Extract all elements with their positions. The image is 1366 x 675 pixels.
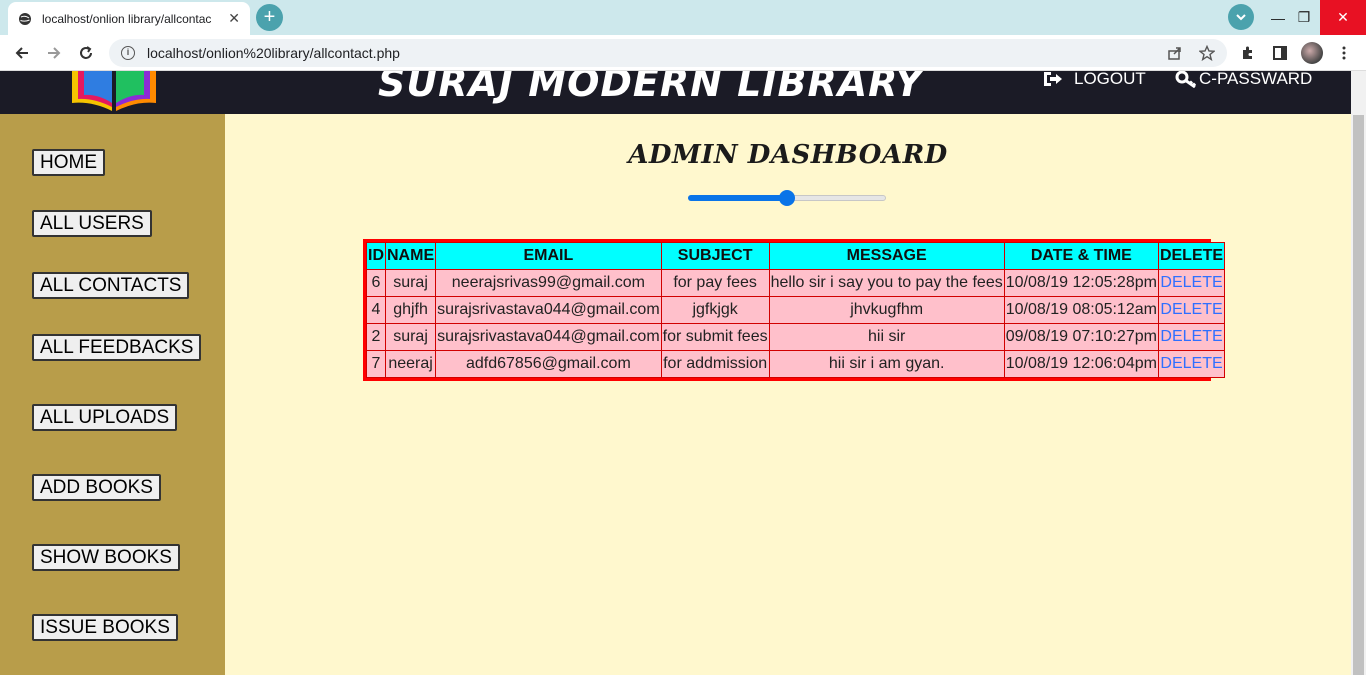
cell-subject: for addmission	[660, 350, 770, 378]
extensions-icon[interactable]	[1236, 41, 1260, 65]
reload-button[interactable]	[74, 41, 98, 65]
delete-link[interactable]: DELETE	[1157, 269, 1226, 297]
header-id: ID	[366, 242, 386, 270]
address-bar[interactable]: i localhost/onlion%20library/allcontact.…	[109, 39, 1227, 67]
restore-button[interactable]: ❐	[1284, 0, 1324, 35]
table-row: 6 suraj neerajsrivas99@gmail.com for pay…	[366, 269, 1226, 297]
change-password-link[interactable]: C-PASSWARD	[1175, 71, 1313, 88]
sidebar-item-show-books[interactable]: SHOW BOOKS	[32, 544, 180, 571]
sidebar-item-all-users[interactable]: ALL USERS	[32, 210, 152, 237]
sidebar-item-add-books[interactable]: ADD BOOKS	[32, 474, 161, 501]
logout-label: LOGOUT	[1074, 71, 1146, 88]
header-date-time: DATE & TIME	[1003, 242, 1159, 270]
logout-icon	[1044, 72, 1062, 86]
menu-kebab-icon[interactable]	[1332, 41, 1356, 65]
range-slider[interactable]	[688, 190, 886, 206]
table-header-row: ID NAME EMAIL SUBJECT MESSAGE DATE & TIM…	[366, 242, 1226, 270]
cell-email: surajsrivastava044@gmail.com	[435, 296, 662, 324]
delete-link[interactable]: DELETE	[1157, 350, 1226, 378]
cell-subject: for submit fees	[660, 323, 770, 351]
close-tab-icon[interactable]: ✕	[228, 10, 240, 27]
info-icon[interactable]: i	[121, 46, 135, 60]
cell-id: 2	[366, 323, 386, 351]
cell-date-time: 10/08/19 08:05:12am	[1003, 296, 1159, 324]
tab-search-button[interactable]	[1228, 4, 1254, 30]
chevron-down-icon	[1236, 14, 1246, 21]
cell-id: 4	[366, 296, 386, 324]
browser-toolbar: i localhost/onlion%20library/allcontact.…	[0, 35, 1366, 71]
table-row: 4 ghjfh surajsrivastava044@gmail.com jgf…	[366, 296, 1226, 324]
sidebar-item-all-feedbacks[interactable]: ALL FEEDBACKS	[32, 334, 202, 361]
cell-subject: for pay fees	[660, 269, 770, 297]
contacts-table: ID NAME EMAIL SUBJECT MESSAGE DATE & TIM…	[366, 242, 1226, 378]
cell-email: surajsrivastava044@gmail.com	[435, 323, 662, 351]
sidebar-item-all-contacts[interactable]: ALL CONTACTS	[32, 272, 190, 299]
site-brand-title: SURAJ MODERN LIBRARY	[378, 71, 924, 105]
sidebar-item-all-uploads[interactable]: ALL UPLOADS	[32, 404, 178, 431]
cell-name: ghjfh	[384, 296, 437, 324]
window-close-button[interactable]: ✕	[1320, 0, 1366, 35]
cell-email: neerajsrivas99@gmail.com	[435, 269, 662, 297]
cell-name: neeraj	[384, 350, 437, 378]
table-row: 7 neeraj adfd67856@gmail.com for addmiss…	[366, 350, 1226, 378]
cell-subject: jgfkjgk	[660, 296, 770, 324]
cell-date-time: 10/08/19 12:05:28pm	[1003, 269, 1159, 297]
back-button[interactable]	[10, 41, 34, 65]
key-icon	[1175, 71, 1197, 88]
site-header: SURAJ MODERN LIBRARY LOGOUT C-PASSWARD	[0, 71, 1351, 114]
url-text: localhost/onlion%20library/allcontact.ph…	[147, 45, 400, 61]
header-delete: DELETE	[1157, 242, 1226, 270]
browser-tab[interactable]: localhost/onlion library/allcontac ✕	[8, 2, 250, 35]
globe-icon	[18, 12, 32, 26]
cell-id: 6	[366, 269, 386, 297]
cell-name: suraj	[384, 269, 437, 297]
forward-button[interactable]	[42, 41, 66, 65]
cell-message: hello sir i say you to pay the fees	[768, 269, 1005, 297]
cell-date-time: 10/08/19 12:06:04pm	[1003, 350, 1159, 378]
logout-link[interactable]: LOGOUT	[1042, 71, 1146, 88]
change-password-label: C-PASSWARD	[1199, 71, 1313, 88]
scrollbar-thumb[interactable]	[1353, 115, 1364, 675]
browser-tab-strip: localhost/onlion library/allcontac ✕ + —…	[0, 0, 1366, 35]
slider-fill	[688, 195, 787, 201]
contacts-table-container: ID NAME EMAIL SUBJECT MESSAGE DATE & TIM…	[363, 239, 1226, 381]
new-tab-button[interactable]: +	[256, 4, 283, 31]
cell-email: adfd67856@gmail.com	[435, 350, 662, 378]
tab-title: localhost/onlion library/allcontac	[42, 11, 212, 26]
header-subject: SUBJECT	[660, 242, 770, 270]
slider-thumb[interactable]	[779, 190, 795, 206]
cell-date-time: 09/08/19 07:10:27pm	[1003, 323, 1159, 351]
page-viewport: SURAJ MODERN LIBRARY LOGOUT C-PASSWARD H…	[0, 71, 1351, 675]
cell-message: jhvkugfhm	[768, 296, 1005, 324]
page-title: ADMIN DASHBOARD	[628, 140, 948, 170]
cell-name: suraj	[384, 323, 437, 351]
cell-message: hii sir i am gyan.	[768, 350, 1005, 378]
library-logo	[72, 71, 156, 111]
sidebar-item-home[interactable]: HOME	[32, 149, 105, 176]
bookmark-star-icon[interactable]	[1199, 39, 1215, 67]
share-icon[interactable]	[1167, 39, 1183, 67]
delete-link[interactable]: DELETE	[1157, 323, 1226, 351]
header-email: EMAIL	[435, 242, 662, 270]
arrow-right-icon	[48, 47, 61, 59]
delete-link[interactable]: DELETE	[1157, 296, 1226, 324]
side-panel-icon[interactable]	[1268, 41, 1292, 65]
profile-avatar[interactable]	[1301, 42, 1323, 64]
table-row: 2 suraj surajsrivastava044@gmail.com for…	[366, 323, 1226, 351]
sidebar: HOME ALL USERS ALL CONTACTS ALL FEEDBACK…	[0, 114, 225, 675]
header-message: MESSAGE	[768, 242, 1005, 270]
cell-id: 7	[366, 350, 386, 378]
page-scrollbar[interactable]	[1351, 71, 1366, 675]
header-name: NAME	[384, 242, 437, 270]
reload-icon	[80, 46, 92, 59]
arrow-left-icon	[15, 47, 28, 59]
cell-message: hii sir	[768, 323, 1005, 351]
main-content: ADMIN DASHBOARD ID NAME EMAIL SUBJECT ME…	[225, 114, 1351, 675]
sidebar-item-issue-books[interactable]: ISSUE BOOKS	[32, 614, 178, 641]
